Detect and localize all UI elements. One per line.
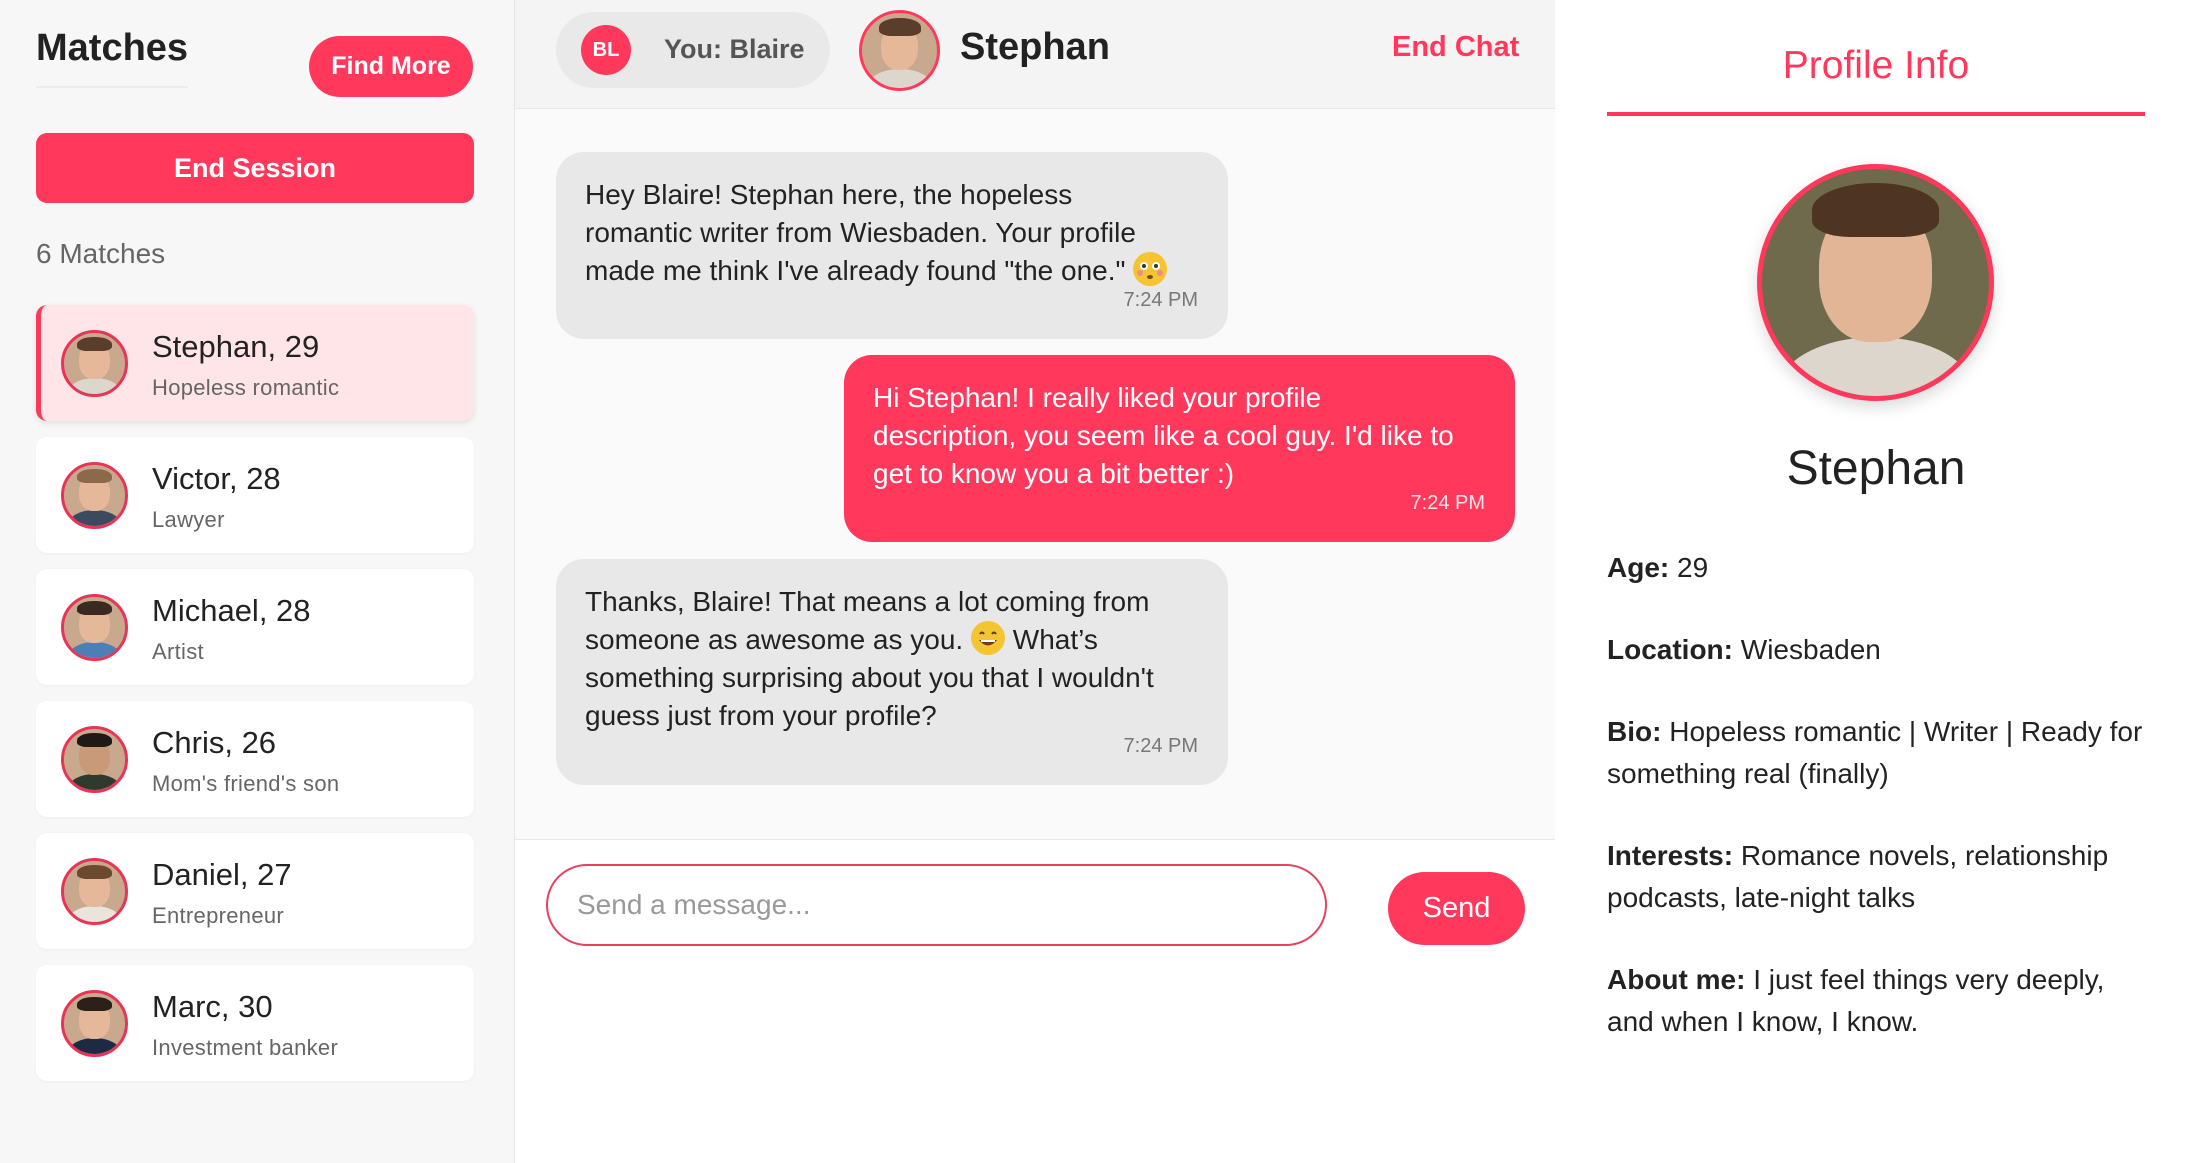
- profile-field-location: Location: Wiesbaden: [1607, 629, 2145, 671]
- message-incoming: Hey Blaire! Stephan here, the hopeless r…: [556, 152, 1228, 339]
- message-composer: Send: [515, 840, 1555, 1163]
- match-item-stephan[interactable]: Stephan, 29 Hopeless romantic: [36, 305, 474, 421]
- field-label: About me:: [1607, 964, 1746, 995]
- profile-field-age: Age: 29: [1607, 547, 2145, 589]
- chat-panel: BL You: Blaire Stephan End Chat Hey Blai…: [515, 0, 1555, 1163]
- profile-field-interests: Interests: Romance novels, relationship …: [1607, 835, 2145, 919]
- message-text-line: romantic writer from Wiesbaden. Your pro…: [585, 217, 1136, 248]
- avatar: [61, 330, 128, 397]
- avatar: [61, 726, 128, 793]
- message-text-line: someone as awesome as you. What’s: [585, 621, 1199, 659]
- match-subtitle: Entrepreneur: [152, 903, 285, 928]
- message-outgoing: Hi Stephan! I really liked your profile …: [844, 355, 1515, 542]
- user-initials-badge: BL: [581, 25, 631, 75]
- grinning-face-emoji-icon: [971, 621, 1005, 655]
- profile-photo: [1757, 164, 1994, 401]
- find-more-button[interactable]: Find More: [309, 36, 473, 97]
- match-item-michael[interactable]: Michael, 28 Artist: [36, 569, 474, 685]
- match-count: 6 Matches: [36, 238, 166, 269]
- match-subtitle: Artist: [152, 639, 204, 664]
- send-button[interactable]: Send: [1388, 872, 1525, 945]
- chat-header: BL You: Blaire Stephan End Chat: [515, 0, 1555, 109]
- match-subtitle: Lawyer: [152, 507, 225, 532]
- field-label: Bio:: [1607, 716, 1662, 747]
- avatar: [61, 990, 128, 1057]
- profile-field-bio: Bio: Hopeless romantic | Writer | Ready …: [1607, 711, 2145, 795]
- match-name: Stephan, 29: [152, 329, 320, 364]
- message-timestamp: 7:24 PM: [1123, 735, 1198, 757]
- field-label: Age:: [1607, 552, 1670, 583]
- match-name: Chris, 26: [152, 725, 277, 760]
- field-value: 29: [1677, 552, 1709, 583]
- avatar: [61, 858, 128, 925]
- message-list: Hey Blaire! Stephan here, the hopeless r…: [515, 109, 1555, 840]
- message-incoming: Thanks, Blaire! That means a lot coming …: [556, 559, 1228, 785]
- match-subtitle: Mom's friend's son: [152, 771, 340, 796]
- match-name: Marc, 30: [152, 989, 273, 1024]
- profile-panel: Profile Info Stephan Age: 29 Location: W…: [1556, 0, 2198, 1163]
- profile-field-about: About me: I just feel things very deeply…: [1607, 959, 2145, 1043]
- message-text-line: description, you seem like a cool guy. I…: [873, 420, 1454, 451]
- field-value: Wiesbaden: [1740, 634, 1881, 665]
- matches-sidebar: Matches Find More End Session 6 Matches …: [0, 0, 515, 1163]
- message-text-line: guess just from your profile?: [585, 700, 937, 731]
- match-item-victor[interactable]: Victor, 28 Lawyer: [36, 437, 474, 553]
- message-text-line: made me think I've already found "the on…: [585, 252, 1199, 290]
- match-subtitle: Hopeless romantic: [152, 375, 340, 400]
- profile-name: Stephan: [1786, 442, 1966, 495]
- sidebar-title: Matches: [36, 27, 189, 88]
- match-subtitle: Investment banker: [152, 1035, 339, 1060]
- current-user-pill: BL You: Blaire: [556, 12, 830, 88]
- avatar: [61, 462, 128, 529]
- profile-title: Profile Info: [1607, 44, 2145, 116]
- message-text-line: Thanks, Blaire! That means a lot coming …: [585, 586, 1150, 617]
- message-text-line: get to know you a bit better :): [873, 458, 1235, 489]
- message-timestamp: 7:24 PM: [1123, 289, 1198, 311]
- end-session-button[interactable]: End Session: [36, 133, 474, 203]
- field-value: Hopeless romantic | Writer | Ready for s…: [1607, 716, 2143, 789]
- message-text-line: something surprising about you that I wo…: [585, 662, 1154, 693]
- field-label: Location:: [1607, 634, 1733, 665]
- match-item-daniel[interactable]: Daniel, 27 Entrepreneur: [36, 833, 474, 949]
- match-name: Victor, 28: [152, 461, 281, 496]
- message-text-line: Hi Stephan! I really liked your profile: [873, 382, 1322, 413]
- end-chat-button[interactable]: End Chat: [1392, 31, 1519, 64]
- contact-name: Stephan: [960, 26, 1110, 68]
- avatar: [61, 594, 128, 661]
- match-name: Michael, 28: [152, 593, 311, 628]
- contact-avatar[interactable]: [859, 10, 940, 91]
- match-item-marc[interactable]: Marc, 30 Investment banker: [36, 965, 474, 1081]
- message-input[interactable]: [546, 864, 1327, 946]
- match-item-chris[interactable]: Chris, 26 Mom's friend's son: [36, 701, 474, 817]
- profile-details: Age: 29 Location: Wiesbaden Bio: Hopeles…: [1607, 547, 2145, 1083]
- match-list: Stephan, 29 Hopeless romantic Victor, 28…: [36, 305, 474, 1097]
- match-name: Daniel, 27: [152, 857, 292, 892]
- message-timestamp: 7:24 PM: [1410, 492, 1485, 514]
- current-user-label: You: Blaire: [664, 34, 805, 64]
- message-text-line: Hey Blaire! Stephan here, the hopeless: [585, 179, 1073, 210]
- field-label: Interests:: [1607, 840, 1734, 871]
